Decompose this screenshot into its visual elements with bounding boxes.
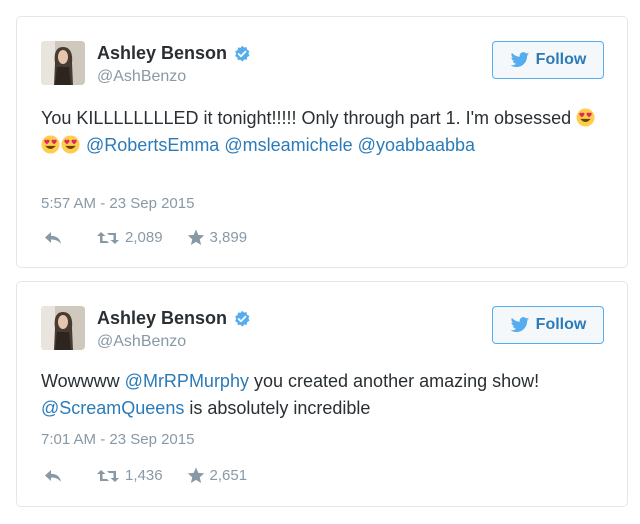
tweet-timestamp[interactable]: 5:57 AM - 23 Sep 2015 (41, 195, 194, 212)
favorite-count: 3,899 (209, 229, 248, 246)
mention-link[interactable]: @RobertsEmma (86, 135, 219, 155)
follow-button[interactable]: Follow (492, 41, 604, 79)
retweet-icon (97, 231, 119, 244)
tweet-card: Ashley Benson @AshBenzo Follow Wowwww @M… (16, 281, 628, 507)
follow-label: Follow (535, 51, 587, 68)
verified-badge-icon (235, 310, 250, 326)
mention-link[interactable]: @msleamichele (224, 135, 352, 155)
tweet-text: Wowwww @MrRPMurphy you created another a… (41, 368, 599, 422)
reply-icon (45, 469, 61, 482)
mention-link[interactable]: @yoabbaabba (358, 135, 475, 155)
retweet-button[interactable]: 1,436 (96, 467, 163, 484)
tweet-actions: 2,089 3,899 (44, 229, 247, 246)
avatar-image (41, 41, 85, 85)
tweet-text-body: You KILLLLLLLLED it tonight!!!!! Only th… (41, 108, 577, 128)
twitter-bird-icon (510, 316, 529, 332)
reply-button[interactable] (44, 230, 64, 246)
avatar-image (41, 306, 85, 350)
verified-badge-icon (235, 45, 250, 61)
tweet-timestamp[interactable]: 7:01 AM - 23 Sep 2015 (41, 431, 194, 448)
favorite-count: 2,651 (209, 467, 248, 484)
avatar[interactable] (41, 41, 85, 85)
heart-eyes-emoji-icon (576, 108, 595, 127)
retweet-icon (97, 469, 119, 482)
screen-name[interactable]: @AshBenzo (97, 68, 186, 86)
reply-icon (45, 231, 61, 244)
favorite-button[interactable]: 2,651 (187, 467, 248, 484)
retweet-button[interactable]: 2,089 (96, 229, 163, 246)
tweet-text: You KILLLLLLLLED it tonight!!!!! Only th… (41, 105, 599, 159)
mention-link[interactable]: @MrRPMurphy (125, 371, 249, 391)
tweet-text-body: you created another amazing show! (248, 371, 540, 391)
tweet-actions: 1,436 2,651 (44, 467, 247, 484)
star-icon (187, 467, 204, 484)
tweet-card: Ashley Benson @AshBenzo Follow You KILLL… (16, 16, 628, 268)
screen-name[interactable]: @AshBenzo (97, 333, 186, 351)
follow-button[interactable]: Follow (492, 306, 604, 344)
display-name[interactable]: Ashley Benson (97, 308, 227, 329)
heart-eyes-emoji-icon (61, 135, 80, 154)
tweet-text-body: Wowwww (41, 371, 125, 391)
favorite-button[interactable]: 3,899 (187, 229, 248, 246)
tweet-text-body: is absolutely incredible (184, 398, 371, 418)
follow-label: Follow (535, 316, 587, 333)
star-icon (187, 229, 204, 246)
reply-button[interactable] (44, 468, 64, 484)
twitter-bird-icon (510, 51, 529, 67)
heart-eyes-emoji-icon (41, 135, 60, 154)
avatar[interactable] (41, 306, 85, 350)
mention-link[interactable]: @ScreamQueens (41, 398, 184, 418)
display-name[interactable]: Ashley Benson (97, 43, 227, 64)
retweet-count: 1,436 (125, 467, 163, 484)
retweet-count: 2,089 (125, 229, 163, 246)
